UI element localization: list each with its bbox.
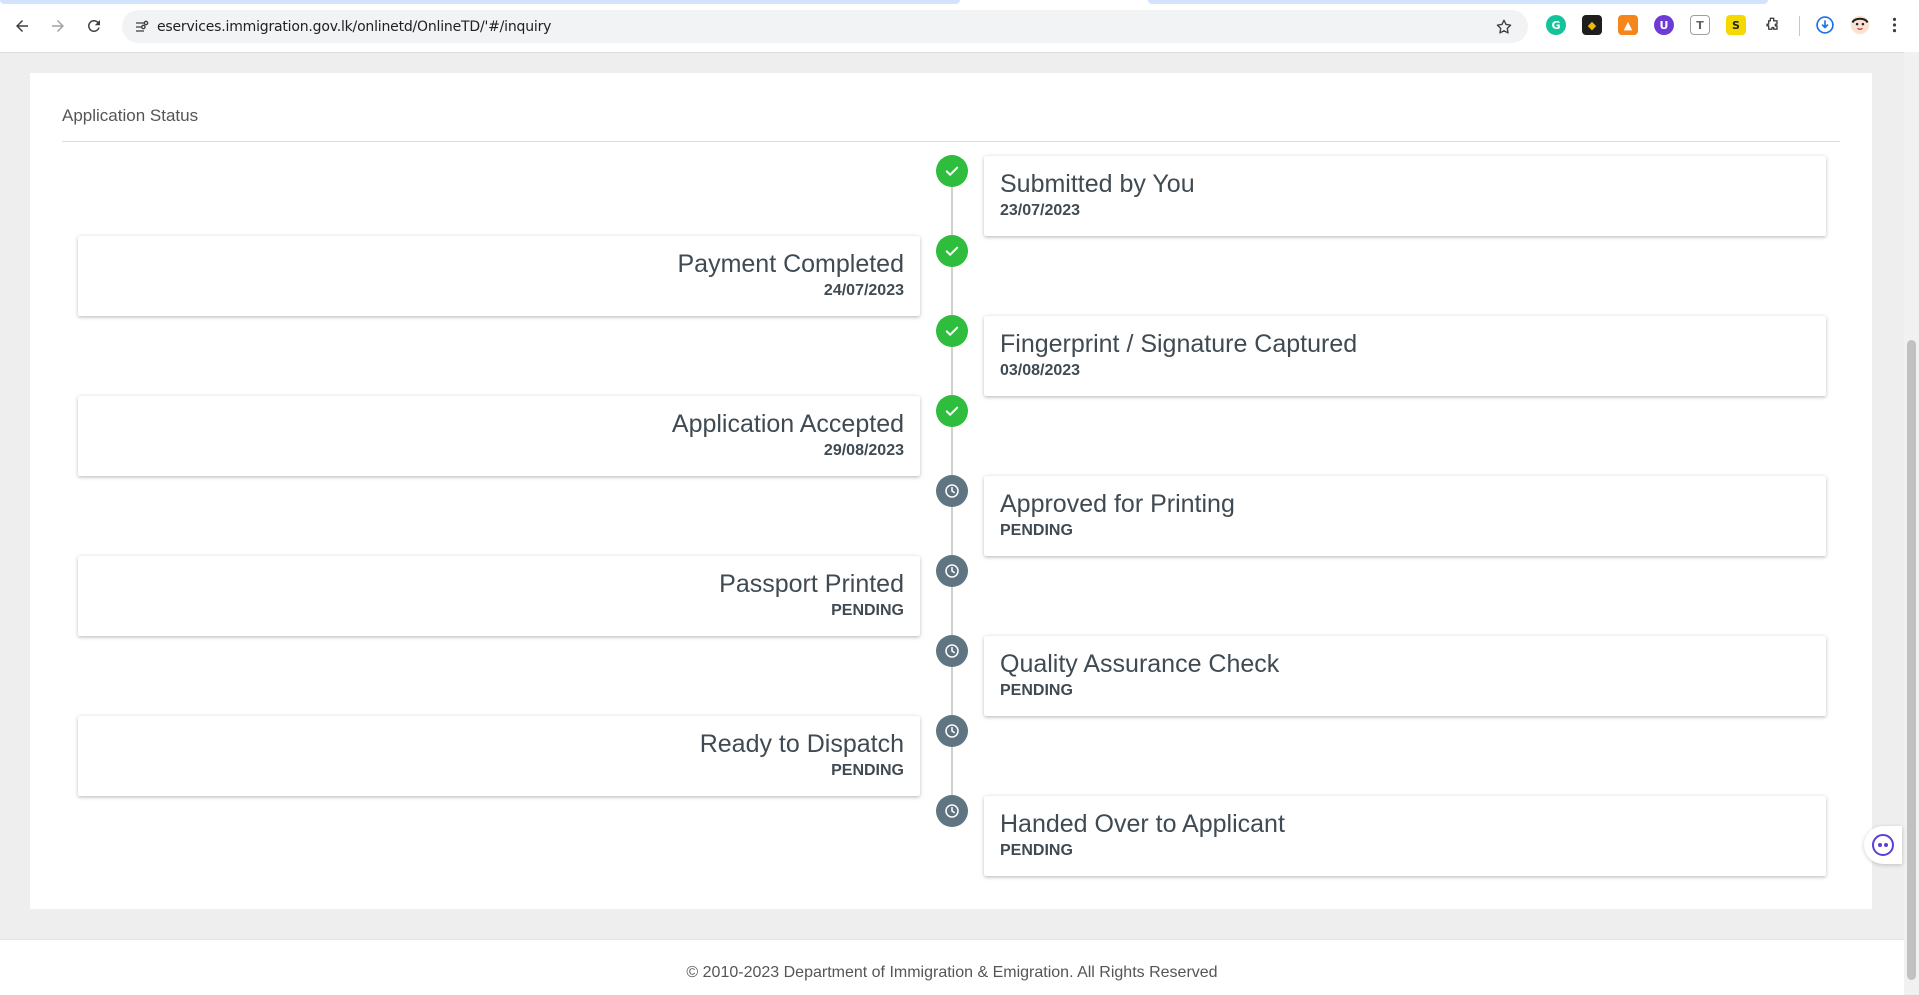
timeline-item-date: 24/07/2023 [823, 282, 904, 299]
section-title: Application Status [62, 106, 199, 125]
timeline-item: Handed Over to Applicant PENDING [984, 796, 1826, 876]
check-circle-icon [936, 155, 968, 187]
chat-bot-icon [1872, 834, 1894, 856]
clock-icon [936, 795, 968, 827]
timeline-item-title: Quality Assurance Check [1000, 650, 1280, 678]
profile-avatar-icon[interactable] [1850, 15, 1870, 35]
timeline-item: Fingerprint / Signature Captured 03/08/20… [984, 316, 1826, 396]
timeline-item-date: PENDING [831, 762, 904, 779]
timeline-item: Application Accepted 29/08/2023 [78, 396, 920, 476]
clock-icon [936, 715, 968, 747]
timeline-item-title: Ready to Dispatch [699, 730, 904, 758]
download-icon[interactable] [1815, 15, 1835, 35]
timeline-item: Payment Completed 24/07/2023 [78, 236, 920, 316]
back-button[interactable] [10, 14, 34, 38]
timeline-item-date: PENDING [1000, 522, 1073, 539]
timeline-item-title: Application Accepted [671, 410, 904, 438]
timeline-item-date: 29/08/2023 [823, 442, 904, 459]
address-bar[interactable]: eservices.immigration.gov.lk/onlinetd/On… [122, 10, 1528, 43]
timeline-item: Approved for Printing PENDING [984, 476, 1826, 556]
reload-icon [88, 19, 100, 32]
text-extension-icon[interactable]: T [1690, 15, 1710, 35]
check-circle-icon [936, 395, 968, 427]
arrow-right-icon [52, 20, 64, 32]
timeline-item-title: Passport Printed [719, 570, 904, 598]
timeline-item-date: 23/07/2023 [1000, 202, 1081, 219]
copyright-text: © 2010-2023 Department of Immigration & … [686, 964, 1218, 981]
extension-purple-icon[interactable]: U [1654, 15, 1674, 35]
site-info-icon[interactable] [132, 17, 152, 37]
timeline-item-title: Handed Over to Applicant [1000, 810, 1285, 838]
check-circle-icon [936, 235, 968, 267]
tab-strip-edge [0, 0, 960, 4]
reload-button[interactable] [82, 14, 106, 38]
timeline-item-date: 03/08/2023 [1000, 362, 1081, 379]
timeline-item: Quality Assurance Check PENDING [984, 636, 1826, 716]
bookmark-star-icon[interactable] [1494, 17, 1514, 37]
timeline-item-date: PENDING [831, 602, 904, 619]
url-text[interactable]: eservices.immigration.gov.lk/onlinetd/On… [157, 19, 551, 35]
check-circle-icon [936, 315, 968, 347]
clock-icon [936, 475, 968, 507]
scrollbar-thumb[interactable] [1907, 340, 1916, 980]
extensions-puzzle-icon[interactable] [1762, 15, 1782, 35]
tab-strip-edge [1148, 0, 1768, 4]
forward-button[interactable] [46, 14, 70, 38]
metamask-icon[interactable]: ▲ [1618, 15, 1638, 35]
timeline-item-title: Approved for Printing [1000, 490, 1235, 518]
page-footer: © 2010-2023 Department of Immigration & … [0, 939, 1904, 995]
chat-widget-button[interactable] [1864, 826, 1902, 864]
grammarly-icon[interactable]: G [1546, 15, 1566, 35]
timeline-item-title: Submitted by You [1000, 170, 1195, 198]
timeline-item: Ready to Dispatch PENDING [78, 716, 920, 796]
section-divider [62, 141, 1840, 142]
timeline-item-date: PENDING [1000, 842, 1073, 859]
clock-icon [936, 635, 968, 667]
binance-icon[interactable]: ◆ [1582, 15, 1602, 35]
timeline-item-title: Payment Completed [677, 250, 904, 278]
timeline-item: Passport Printed PENDING [78, 556, 920, 636]
yellow-extension-icon[interactable]: S [1726, 15, 1746, 35]
application-status-card: Application Status Submitted by You 23/07… [30, 73, 1872, 909]
clock-icon [936, 555, 968, 587]
timeline-item: Submitted by You 23/07/2023 [984, 156, 1826, 236]
arrow-left-icon [16, 20, 28, 32]
menu-kebab-icon[interactable] [1888, 15, 1900, 35]
timeline-item-title: Fingerprint / Signature Captured [1000, 330, 1358, 358]
browser-toolbar: eservices.immigration.gov.lk/onlinetd/On… [0, 0, 1919, 53]
toolbar-divider [1799, 16, 1800, 36]
timeline-item-date: PENDING [1000, 682, 1073, 699]
